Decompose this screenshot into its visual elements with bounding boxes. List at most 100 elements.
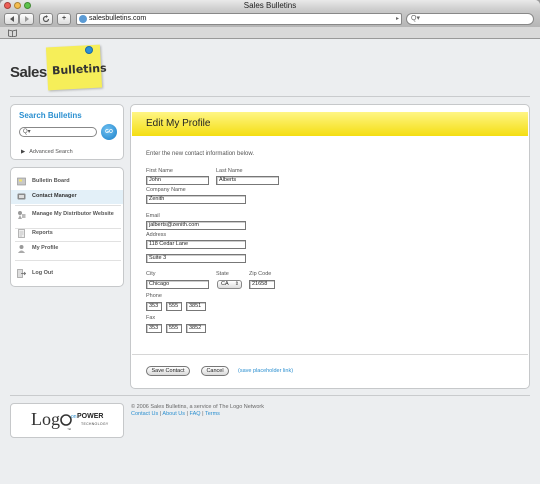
logo-technology-text: TECHNOLOGY	[81, 422, 109, 426]
address-dropdown-icon[interactable]: ▸	[396, 14, 399, 24]
address-label: Address	[146, 232, 167, 238]
bookmarks-bar	[0, 27, 540, 39]
reload-icon	[42, 15, 50, 23]
reports-icon	[18, 229, 25, 238]
email-label: Email	[146, 213, 160, 219]
city-field[interactable]: Chicago	[146, 280, 209, 289]
reload-button[interactable]	[39, 13, 53, 25]
logo-sales-text: Sales	[10, 64, 47, 81]
logo-power-text: POWER	[77, 413, 104, 420]
address-line1-field[interactable]: 118 Cedar Lane	[146, 240, 246, 249]
bookmarks-book-icon[interactable]	[8, 29, 17, 37]
form-divider	[132, 354, 528, 355]
sidebar-item-label: Log Out	[32, 270, 54, 276]
browser-toolbar: + salesbulletins.com ▸ Q▾	[0, 11, 540, 27]
close-window-icon[interactable]	[4, 2, 11, 9]
sidebar-nav: Bulletin Board Contact Manager Manage My…	[10, 167, 124, 287]
last-name-field[interactable]: Alberts	[216, 176, 279, 185]
zip-field[interactable]: 21658	[249, 280, 275, 289]
sidebar-item-reports[interactable]: Reports	[11, 227, 123, 241]
forward-arrow-icon	[24, 16, 29, 22]
sidebar-item-bulletin-board[interactable]: Bulletin Board	[11, 175, 123, 189]
zip-label: Zip Code	[249, 271, 272, 277]
svg-text:Log: Log	[31, 409, 60, 429]
distributor-website-icon	[18, 211, 26, 219]
cancel-button[interactable]: Cancel	[201, 366, 229, 376]
sidebar-item-contact-manager[interactable]: Contact Manager	[11, 190, 123, 204]
phone-line-field[interactable]: 3851	[186, 302, 206, 311]
advanced-search-link[interactable]: ▶ Advanced Search	[21, 149, 73, 155]
company-field[interactable]: Zenith	[146, 195, 246, 204]
logo-on-text: on	[71, 414, 77, 420]
footer-link-about-us[interactable]: About Us	[162, 411, 185, 417]
forward-button[interactable]	[19, 13, 34, 25]
fax-prefix-field[interactable]: 555	[166, 324, 182, 333]
footer-links: Contact Us | About Us | FAQ | Terms	[131, 411, 220, 417]
footer-link-faq[interactable]: FAQ	[190, 411, 201, 417]
back-arrow-icon	[9, 16, 14, 22]
back-button[interactable]	[4, 13, 19, 25]
email-field[interactable]: jalberts@zenith.com	[146, 221, 246, 230]
page-title: Edit My Profile	[146, 118, 211, 129]
minimize-window-icon[interactable]	[14, 2, 21, 9]
advanced-search-label: Advanced Search	[29, 149, 73, 155]
state-select[interactable]: CA ⇕	[217, 280, 242, 289]
select-arrows-icon: ⇕	[234, 281, 239, 287]
search-title: Search Bulletins	[19, 111, 82, 120]
nav-separator	[15, 205, 121, 206]
window-title: Sales Bulletins	[243, 1, 297, 10]
intro-text: Enter the new contact information below.	[146, 151, 255, 157]
address-text: salesbulletins.com	[89, 15, 147, 22]
state-label: State	[216, 271, 229, 277]
address-bar[interactable]: salesbulletins.com ▸	[76, 13, 402, 25]
bulletin-board-icon	[17, 177, 26, 186]
browser-search-placeholder: Q▾	[411, 15, 420, 22]
phone-label: Phone	[146, 293, 162, 299]
browser-search-field[interactable]: Q▾	[406, 13, 534, 25]
copyright-text: © 2006 Sales Bulletins, a service of The…	[131, 404, 264, 410]
footer-divider	[10, 395, 530, 396]
panel-header: Edit My Profile	[132, 112, 528, 136]
save-contact-button[interactable]: Save Contact	[146, 366, 190, 376]
nav-separator	[15, 260, 121, 261]
sidebar-item-log-out[interactable]: Log Out	[11, 267, 123, 281]
fax-line-field[interactable]: 3852	[186, 324, 206, 333]
sidebar-item-label: My Profile	[32, 245, 59, 251]
city-label: City	[146, 271, 156, 277]
footer-link-terms[interactable]: Terms	[205, 411, 220, 417]
phone-area-field[interactable]: 353	[146, 302, 162, 311]
sidebar-item-label: Reports	[32, 230, 53, 236]
phone-prefix-field[interactable]: 555	[166, 302, 182, 311]
edit-profile-panel: Edit My Profile Enter the new contact in…	[130, 104, 530, 389]
company-label: Company Name	[146, 187, 186, 193]
title-bar: Sales Bulletins	[0, 0, 540, 11]
logout-icon	[17, 269, 26, 278]
profile-icon	[18, 245, 25, 253]
add-bookmark-button[interactable]: +	[57, 13, 71, 25]
svg-text:™: ™	[67, 427, 71, 432]
zoom-window-icon[interactable]	[24, 2, 31, 9]
last-name-label: Last Name	[216, 168, 243, 174]
logo-on-power-badge: Log ™ on POWER TECHNOLOGY	[10, 403, 124, 438]
save-placeholder-link[interactable]: (save placeholder link)	[238, 368, 293, 374]
sidebar-item-label: Manage My Distributor Website	[32, 211, 114, 217]
search-input[interactable]: Q▾	[19, 127, 97, 137]
go-button[interactable]: GO	[101, 124, 117, 140]
disclosure-triangle-icon: ▶	[21, 149, 26, 155]
sidebar-item-my-profile[interactable]: My Profile	[11, 242, 123, 256]
search-panel: Search Bulletins Q▾ GO ▶ Advanced Search	[10, 104, 124, 160]
header-divider	[10, 96, 530, 97]
fax-label: Fax	[146, 315, 156, 321]
site-globe-icon	[79, 15, 87, 23]
browser-window: Sales Bulletins + salesbulletins.com ▸ Q…	[0, 0, 540, 484]
first-name-field[interactable]: John	[146, 176, 209, 185]
sidebar-item-label: Contact Manager	[32, 193, 77, 199]
address-line2-field[interactable]: Suite 3	[146, 254, 246, 263]
contact-manager-icon	[17, 193, 26, 200]
state-value: CA	[221, 281, 229, 287]
push-pin-icon	[85, 46, 93, 54]
search-placeholder: Q▾	[23, 129, 31, 135]
sidebar-item-distributor-website[interactable]: Manage My Distributor Website	[11, 208, 123, 228]
footer-link-contact-us[interactable]: Contact Us	[131, 411, 158, 417]
fax-area-field[interactable]: 353	[146, 324, 162, 333]
